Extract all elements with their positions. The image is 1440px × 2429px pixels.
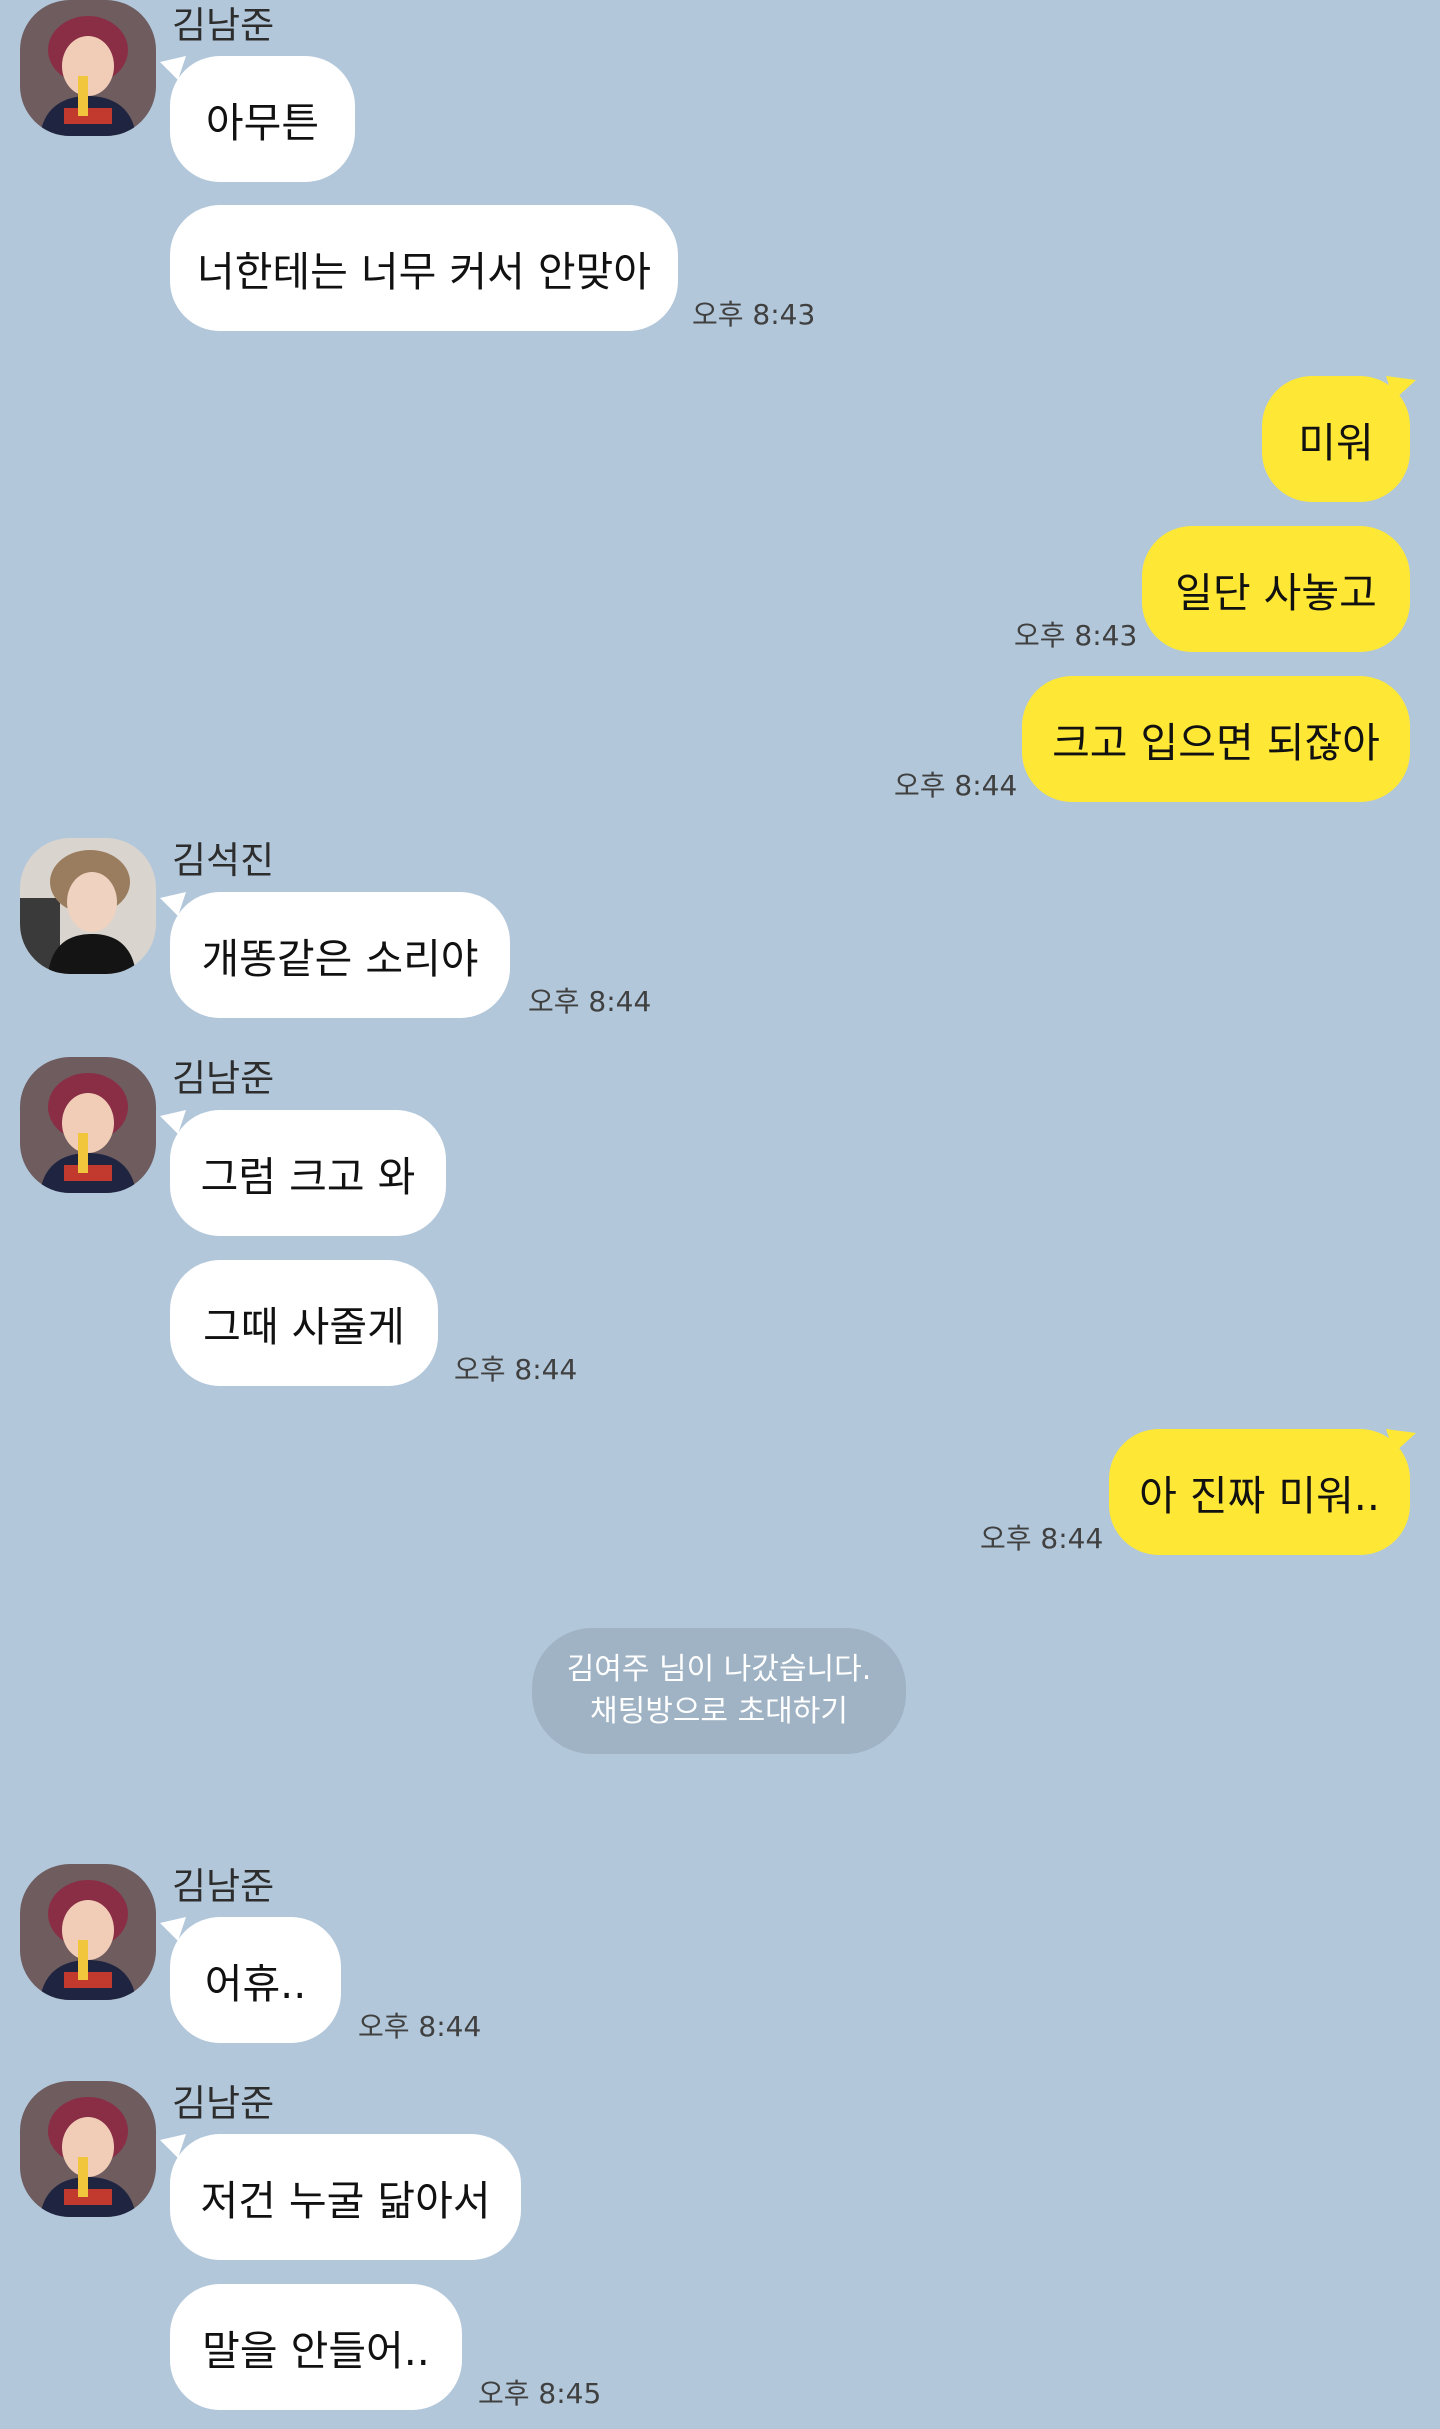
sender-name: 김남준: [172, 1057, 275, 1100]
message-bubble[interactable]: 아 진짜 미워..: [1109, 1429, 1410, 1555]
message-bubble[interactable]: 저건 누굴 닮아서: [170, 2134, 521, 2260]
message-bubble[interactable]: 아무튼: [170, 56, 355, 182]
avatar-namjoon[interactable]: [20, 2081, 156, 2217]
message-time: 오후 8:44: [528, 985, 652, 1018]
message-bubble[interactable]: 개똥같은 소리야: [170, 892, 510, 1018]
message-bubble[interactable]: 너한테는 너무 커서 안맞아: [170, 205, 678, 331]
avatar-seokjin[interactable]: [20, 838, 156, 974]
message-time: 오후 8:43: [1014, 619, 1138, 652]
message-bubble[interactable]: 말을 안들어..: [170, 2284, 462, 2410]
message-bubble[interactable]: 미워: [1262, 376, 1410, 502]
avatar-namjoon[interactable]: [20, 0, 156, 136]
message-time: 오후 8:45: [478, 2377, 602, 2410]
notice-left-text: 김여주 님이 나갔습니다.: [566, 1652, 872, 1687]
message-time: 오후 8:44: [358, 2010, 482, 2043]
sender-name: 김석진: [172, 839, 275, 882]
sender-name: 김남준: [172, 1865, 275, 1908]
message-time: 오후 8:44: [980, 1522, 1104, 1555]
message-bubble[interactable]: 그때 사줄게: [170, 1260, 438, 1386]
system-notice[interactable]: 김여주 님이 나갔습니다. 채팅방으로 초대하기: [532, 1628, 906, 1754]
message-bubble[interactable]: 어휴..: [170, 1917, 341, 2043]
message-time: 오후 8:43: [692, 298, 816, 331]
message-time: 오후 8:44: [454, 1353, 578, 1386]
message-bubble[interactable]: 일단 사놓고: [1142, 526, 1410, 652]
sender-name: 김남준: [172, 4, 275, 47]
avatar-namjoon[interactable]: [20, 1864, 156, 2000]
message-bubble[interactable]: 그럼 크고 와: [170, 1110, 446, 1236]
message-time: 오후 8:44: [894, 769, 1018, 802]
message-bubble[interactable]: 크고 입으면 되잖아: [1022, 676, 1410, 802]
sender-name: 김남준: [172, 2082, 275, 2125]
avatar-namjoon[interactable]: [20, 1057, 156, 1193]
notice-invite-link[interactable]: 채팅방으로 초대하기: [590, 1691, 848, 1733]
